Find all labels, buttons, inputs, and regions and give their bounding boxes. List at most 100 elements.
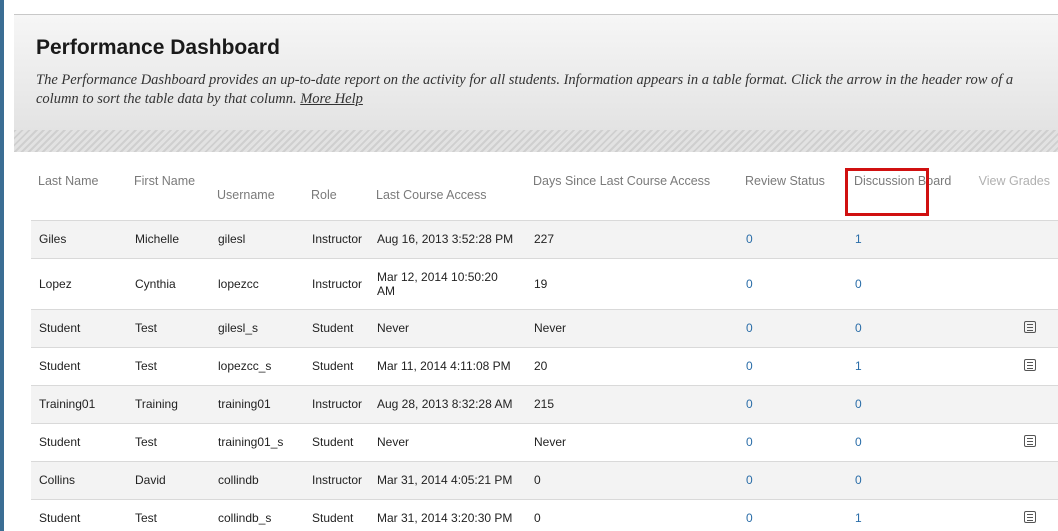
- cell-role: Student: [304, 346, 369, 385]
- page-description: The Performance Dashboard provides an up…: [36, 71, 1046, 109]
- cell-discussion-board: 0: [847, 460, 965, 499]
- cell-first-name: Michelle: [127, 219, 210, 258]
- table-row: Training01 Training training01 Instructor Au…: [31, 384, 1058, 423]
- cell-first-name: Test: [127, 422, 210, 461]
- cell-view-grades: [965, 384, 1058, 423]
- cell-last-access: Aug 28, 2013 8:32:28 AM: [369, 384, 526, 423]
- review-status-link[interactable]: 0: [746, 397, 753, 411]
- table-row: Student Test training01_s Student Never Never…: [31, 422, 1058, 461]
- table-row: Student Test lopezcc_s Student Mar 11, 2014 …: [31, 346, 1058, 385]
- discussion-board-link[interactable]: 0: [855, 397, 862, 411]
- col-header-last-name[interactable]: Last Name: [31, 168, 127, 220]
- table-row: Collins David collindb Instructor Mar 31, 20…: [31, 460, 1058, 499]
- cell-last-name: Lopez: [31, 257, 127, 309]
- cell-view-grades: [965, 346, 1058, 385]
- more-help-link[interactable]: More Help: [300, 91, 363, 107]
- cell-first-name: David: [127, 460, 210, 499]
- col-header-view-grades: View Grades: [978, 174, 1050, 188]
- cell-last-access: Never: [369, 422, 526, 461]
- grade-details-icon[interactable]: [1024, 358, 1036, 371]
- review-status-link[interactable]: 0: [746, 435, 753, 449]
- cell-username: training01: [210, 384, 304, 423]
- cell-last-name: Giles: [31, 219, 127, 258]
- grade-details-icon[interactable]: [1024, 434, 1036, 447]
- cell-view-grades: [965, 498, 1058, 531]
- col-header-username[interactable]: Username: [210, 168, 304, 220]
- cell-last-access: Aug 16, 2013 3:52:28 PM: [369, 219, 526, 258]
- cell-days-since: 227: [526, 219, 738, 258]
- table-body: Giles Michelle gilesl Instructor Aug 16, 201…: [31, 219, 1058, 531]
- grade-details-icon[interactable]: [1024, 510, 1036, 523]
- table-row: Student Test gilesl_s Student Never Never 0 0: [31, 308, 1058, 347]
- discussion-board-link[interactable]: 0: [855, 473, 862, 487]
- col-header-first-name[interactable]: First Name: [127, 168, 210, 220]
- grade-details-icon[interactable]: [1024, 320, 1036, 333]
- discussion-board-link[interactable]: 0: [855, 435, 862, 449]
- cell-days-since: Never: [526, 308, 738, 347]
- cell-review-status: 0: [738, 498, 847, 531]
- cell-last-access: Mar 11, 2014 4:11:08 PM: [369, 346, 526, 385]
- cell-view-grades: [965, 460, 1058, 499]
- cell-discussion-board: 1: [847, 346, 965, 385]
- review-status-link[interactable]: 0: [746, 232, 753, 246]
- header-divider: [14, 130, 1058, 152]
- cell-review-status: 0: [738, 460, 847, 499]
- col-header-days-since-access[interactable]: Days Since Last Course Access: [526, 168, 738, 220]
- cell-role: Student: [304, 422, 369, 461]
- cell-review-status: 0: [738, 346, 847, 385]
- cell-first-name: Test: [127, 346, 210, 385]
- cell-days-since: 19: [526, 257, 738, 309]
- cell-role: Instructor: [304, 257, 369, 309]
- cell-view-grades: [965, 422, 1058, 461]
- cell-discussion-board: 1: [847, 219, 965, 258]
- left-border: [0, 0, 4, 531]
- col-header-review-status[interactable]: Review Status: [738, 168, 847, 220]
- dashboard-table-container: Last Name First Name Username Role Last …: [31, 168, 1058, 531]
- cell-last-access: Mar 12, 2014 10:50:20 AM: [369, 257, 526, 309]
- review-status-link[interactable]: 0: [746, 277, 753, 291]
- cell-last-name: Student: [31, 308, 127, 347]
- discussion-board-link[interactable]: 0: [855, 277, 862, 291]
- page-header: Performance Dashboard The Performance Da…: [14, 14, 1058, 130]
- cell-first-name: Test: [127, 308, 210, 347]
- review-status-link[interactable]: 0: [746, 473, 753, 487]
- discussion-board-link[interactable]: 1: [855, 232, 862, 246]
- review-status-link[interactable]: 0: [746, 511, 753, 525]
- discussion-board-label: Discussion Board: [854, 174, 952, 188]
- cell-username: training01_s: [210, 422, 304, 461]
- cell-role: Student: [304, 498, 369, 531]
- cell-last-name: Training01: [31, 384, 127, 423]
- cell-role: Instructor: [304, 460, 369, 499]
- discussion-board-link[interactable]: 1: [855, 511, 862, 525]
- table-header-row: Last Name First Name Username Role Last …: [31, 168, 1058, 220]
- page-title: Performance Dashboard: [36, 36, 280, 59]
- cell-last-name: Student: [31, 498, 127, 531]
- cell-discussion-board: 1: [847, 498, 965, 531]
- cell-discussion-board: 0: [847, 384, 965, 423]
- cell-days-since: 215: [526, 384, 738, 423]
- description-text: The Performance Dashboard provides an up…: [36, 72, 1014, 107]
- cell-days-since: 20: [526, 346, 738, 385]
- col-header-discussion-board[interactable]: Discussion Board: [845, 168, 965, 220]
- table-row: Giles Michelle gilesl Instructor Aug 16, 201…: [31, 219, 1058, 258]
- cell-first-name: Cynthia: [127, 257, 210, 309]
- table-row: Lopez Cynthia lopezcc Instructor Mar 12, 201…: [31, 257, 1058, 309]
- cell-username: lopezcc: [210, 257, 304, 309]
- cell-last-access: Mar 31, 2014 3:20:30 PM: [369, 498, 526, 531]
- cell-days-since: 0: [526, 498, 738, 531]
- cell-review-status: 0: [738, 308, 847, 347]
- performance-table: Last Name First Name Username Role Last …: [31, 168, 1058, 531]
- cell-review-status: 0: [738, 219, 847, 258]
- table-row: Student Test collindb_s Student Mar 31, 2014…: [31, 498, 1058, 531]
- cell-first-name: Test: [127, 498, 210, 531]
- cell-last-access: Never: [369, 308, 526, 347]
- review-status-link[interactable]: 0: [746, 321, 753, 335]
- col-header-role[interactable]: Role: [304, 168, 369, 220]
- review-status-link[interactable]: 0: [746, 359, 753, 373]
- col-header-last-course-access[interactable]: Last Course Access: [369, 168, 526, 220]
- cell-last-access: Mar 31, 2014 4:05:21 PM: [369, 460, 526, 499]
- cell-discussion-board: 0: [847, 257, 965, 309]
- discussion-board-link[interactable]: 1: [855, 359, 862, 373]
- cell-last-name: Student: [31, 422, 127, 461]
- discussion-board-link[interactable]: 0: [855, 321, 862, 335]
